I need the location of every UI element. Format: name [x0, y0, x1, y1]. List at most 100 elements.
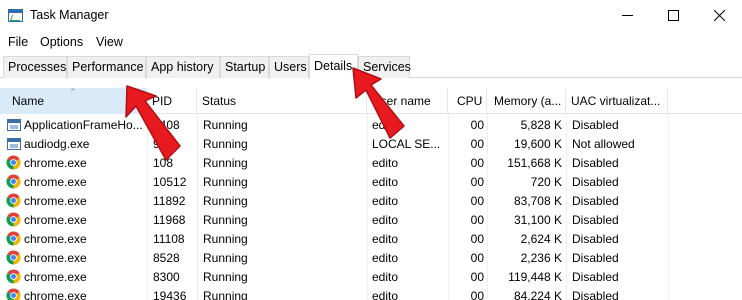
column-header-memory[interactable]: Memory (a...: [487, 88, 566, 114]
cell-status: Running: [203, 213, 248, 227]
cell-cpu: 00: [470, 194, 484, 208]
table-row[interactable]: ApplicationFrameHo... 7408 Running edito 00 5…: [0, 115, 742, 134]
cell-name: chrome.exe: [24, 251, 87, 265]
menu-bar: File Options View: [0, 31, 742, 53]
cell-uac: Not allowed: [572, 137, 635, 151]
cell-memory: 2,236 K: [520, 251, 562, 265]
table-row[interactable]: chrome.exe 8528 Running edito 00 2,236 K Disab…: [0, 248, 742, 267]
cell-status: Running: [203, 118, 248, 132]
menu-view[interactable]: View: [96, 35, 123, 49]
cell-user: edito: [372, 289, 399, 300]
column-header-uac[interactable]: UAC virtualizat...: [566, 88, 668, 114]
cell-user: LOCAL SE...: [372, 137, 441, 151]
table-row[interactable]: chrome.exe 19436 Running edito 00 84,224 K Dis…: [0, 286, 742, 300]
column-header-status[interactable]: Status: [197, 88, 367, 114]
cell-name: chrome.exe: [24, 175, 87, 189]
table-row[interactable]: chrome.exe 11892 Running edito 00 83,708 K Dis…: [0, 191, 742, 210]
column-header-pid[interactable]: PID: [147, 88, 197, 114]
cell-uac: Disabled: [572, 156, 619, 170]
cell-cpu: 00: [470, 270, 484, 284]
cell-name: chrome.exe: [24, 289, 87, 300]
cell-status: Running: [203, 289, 248, 300]
cell-status: Running: [203, 194, 248, 208]
cell-pid: 11968: [153, 213, 186, 227]
cell-uac: Disabled: [572, 175, 619, 189]
cell-pid: 19436: [153, 289, 187, 300]
cell-name: chrome.exe: [24, 232, 87, 246]
cell-memory: 720 K: [530, 175, 562, 189]
chrome-icon: [6, 269, 21, 284]
cell-name: chrome.exe: [24, 194, 87, 208]
title-bar: Task Manager: [0, 0, 742, 31]
cell-status: Running: [203, 270, 248, 284]
column-header-name-label: Name: [12, 94, 45, 108]
close-icon: [713, 10, 725, 21]
process-details-table: ⌃ Name PID Status User name CPU Memory (…: [0, 78, 742, 300]
chrome-icon: [6, 250, 21, 265]
cell-name: audiodg.exe: [24, 137, 90, 151]
tab-processes[interactable]: Processes: [3, 56, 67, 78]
column-header-name[interactable]: ⌃ Name: [0, 88, 147, 114]
cell-name: chrome.exe: [24, 270, 87, 284]
table-row[interactable]: audiodg.exe 9 Running LOCAL SE... 00 19,600 K…: [0, 134, 742, 153]
tab-details[interactable]: Details: [309, 54, 358, 79]
tab-startup[interactable]: Startup: [220, 56, 269, 78]
app-window-icon: [7, 138, 21, 150]
table-row[interactable]: chrome.exe 8300 Running edito 00 119,448 K Dis…: [0, 267, 742, 286]
cell-pid: 11108: [153, 232, 185, 246]
cell-memory: 151,668 K: [507, 156, 562, 170]
cell-cpu: 00: [470, 232, 484, 246]
cell-cpu: 00: [470, 213, 484, 227]
cell-memory: 2,624 K: [520, 232, 562, 246]
tab-app-history[interactable]: App history: [146, 56, 220, 78]
menu-options[interactable]: Options: [40, 35, 83, 49]
column-header-cpu[interactable]: CPU: [448, 88, 487, 114]
cell-user: edito: [372, 232, 399, 246]
cell-uac: Disabled: [572, 118, 619, 132]
cell-memory: 119,448 K: [508, 270, 562, 284]
cell-user: edito: [372, 270, 399, 284]
table-row[interactable]: chrome.exe 10512 Running edito 00 720 K Disabl…: [0, 172, 742, 191]
cell-uac: Disabled: [572, 213, 619, 227]
cell-uac: Disabled: [572, 194, 619, 208]
cell-user: edito: [372, 175, 399, 189]
cell-user: edito: [372, 118, 399, 132]
sort-ascending-icon: ⌃: [69, 88, 77, 97]
app-window-icon: [7, 119, 21, 131]
cell-name: chrome.exe: [24, 213, 87, 227]
cell-name: chrome.exe: [24, 156, 87, 170]
cell-uac: Disabled: [572, 251, 619, 265]
cell-uac: Disabled: [572, 270, 619, 284]
table-header: ⌃ Name PID Status User name CPU Memory (…: [0, 88, 742, 114]
cell-cpu: 00: [470, 289, 484, 300]
cell-pid: 108: [153, 156, 174, 170]
cell-pid: 10512: [153, 175, 187, 189]
tab-users[interactable]: Users: [269, 56, 309, 78]
cell-pid: 7408: [153, 118, 180, 132]
cell-status: Running: [203, 232, 248, 246]
chrome-icon: [6, 193, 21, 208]
minimize-button[interactable]: [604, 0, 650, 31]
cell-pid: 9: [153, 137, 160, 151]
chrome-icon: [6, 212, 21, 227]
cell-memory: 84,224 K: [513, 289, 562, 300]
cell-status: Running: [203, 156, 248, 170]
table-row[interactable]: chrome.exe 11108 Running edito 00 2,624 K Disa…: [0, 229, 742, 248]
chrome-icon: [6, 288, 21, 300]
table-row[interactable]: chrome.exe 11968 Running edito 00 31,100 K Dis…: [0, 210, 742, 229]
column-header-user[interactable]: User name: [367, 88, 448, 114]
chrome-icon: [6, 174, 21, 189]
tab-performance[interactable]: Performance: [67, 56, 146, 78]
cell-memory: 19,600 K: [513, 137, 562, 151]
tab-services[interactable]: Services: [358, 56, 411, 78]
close-button[interactable]: [696, 0, 742, 31]
menu-file[interactable]: File: [8, 35, 28, 49]
maximize-button[interactable]: [650, 0, 696, 31]
cell-cpu: 00: [470, 175, 484, 189]
cell-memory: 5,828 K: [520, 118, 562, 132]
cell-memory: 83,708 K: [513, 194, 562, 208]
cell-cpu: 00: [470, 118, 484, 132]
minimize-icon: [621, 15, 633, 16]
table-row[interactable]: chrome.exe 108 Running edito 00 151,668 K Disa…: [0, 153, 742, 172]
cell-user: edito: [372, 194, 399, 208]
